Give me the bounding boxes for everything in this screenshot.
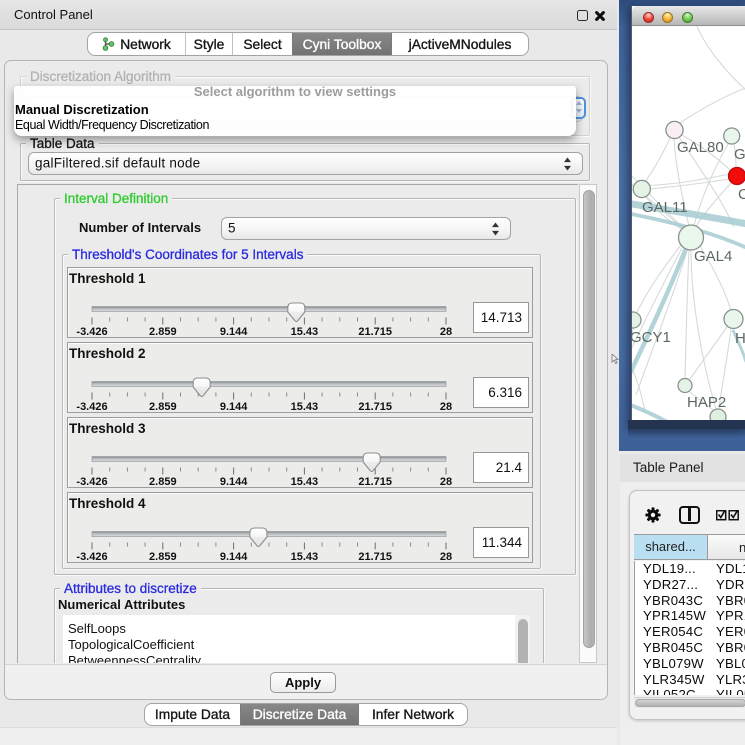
svg-text:-3.426: -3.426 bbox=[76, 551, 107, 563]
svg-text:9.144: 9.144 bbox=[220, 551, 248, 563]
svg-text:28: 28 bbox=[440, 551, 452, 563]
svg-text:9.144: 9.144 bbox=[220, 401, 248, 413]
svg-text:-3.426: -3.426 bbox=[76, 476, 107, 488]
svg-text:GAL7: GAL7 bbox=[734, 146, 745, 163]
svg-text:GAL11: GAL11 bbox=[642, 199, 688, 216]
svg-text:9.144: 9.144 bbox=[220, 326, 248, 338]
svg-text:15.43: 15.43 bbox=[291, 551, 319, 563]
svg-text:21.715: 21.715 bbox=[358, 551, 392, 563]
svg-text:HAP2: HAP2 bbox=[687, 394, 726, 411]
svg-text:GCY1: GCY1 bbox=[632, 329, 671, 346]
svg-text:-3.426: -3.426 bbox=[76, 401, 107, 413]
svg-text:21.715: 21.715 bbox=[358, 326, 392, 338]
svg-text:GAL4: GAL4 bbox=[694, 248, 732, 265]
svg-text:21.715: 21.715 bbox=[358, 476, 392, 488]
svg-text:15.43: 15.43 bbox=[291, 326, 319, 338]
svg-text:28: 28 bbox=[440, 326, 452, 338]
svg-text:HIS5: HIS5 bbox=[735, 330, 745, 347]
svg-text:28: 28 bbox=[440, 401, 452, 413]
svg-text:2.859: 2.859 bbox=[149, 476, 177, 488]
svg-text:28: 28 bbox=[440, 476, 452, 488]
svg-text:15.43: 15.43 bbox=[291, 401, 319, 413]
svg-text:GAL80: GAL80 bbox=[677, 139, 724, 156]
svg-text:15.43: 15.43 bbox=[291, 476, 319, 488]
svg-text:21.715: 21.715 bbox=[358, 401, 392, 413]
svg-text:-3.426: -3.426 bbox=[76, 326, 107, 338]
svg-text:9.144: 9.144 bbox=[220, 476, 248, 488]
svg-text:CDC2: CDC2 bbox=[738, 186, 745, 203]
svg-text:2.859: 2.859 bbox=[149, 551, 177, 563]
svg-text:2.859: 2.859 bbox=[149, 326, 177, 338]
svg-text:2.859: 2.859 bbox=[149, 401, 177, 413]
